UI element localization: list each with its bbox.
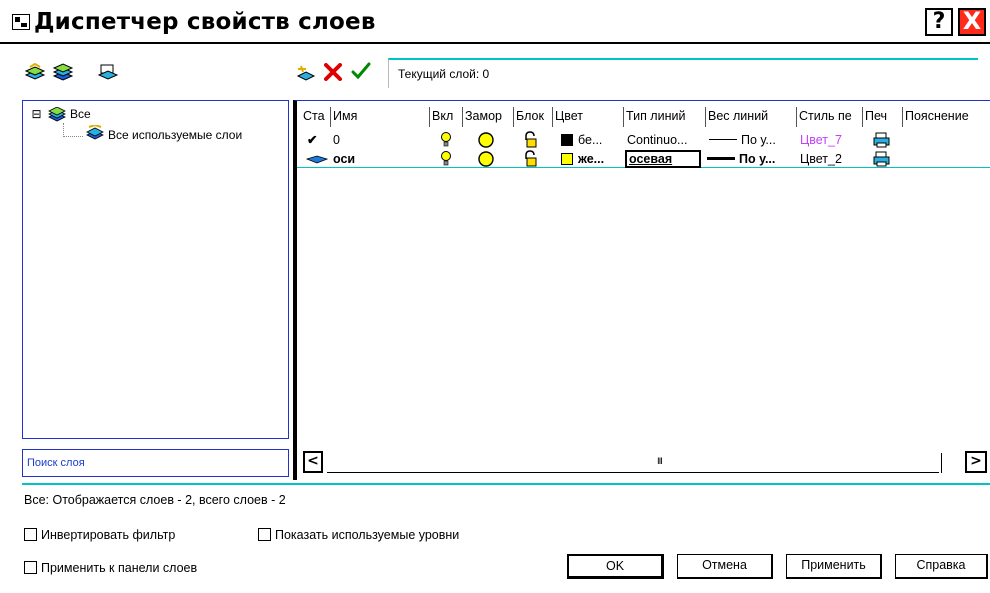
- layer-linetype[interactable]: Continuo...: [627, 131, 703, 149]
- table-row[interactable]: ✔ 0 бе... Continuo... По у... Цвет_7: [297, 131, 990, 149]
- printer-icon[interactable]: [873, 131, 891, 149]
- layer-plotstyle[interactable]: Цвет_2: [800, 150, 860, 168]
- color-swatch: [561, 153, 573, 165]
- checkbox-box[interactable]: [24, 561, 37, 574]
- layer-grid[interactable]: Ста Имя Вкл Замор Блок Цвет Тип линий Ве…: [293, 100, 990, 480]
- layer-name[interactable]: оси: [333, 150, 423, 168]
- table-row[interactable]: оси же... осевая По у... Цвет_2: [297, 150, 990, 168]
- tree-connector: [63, 123, 83, 137]
- unlock-icon[interactable]: [523, 131, 539, 149]
- cancel-button[interactable]: Отмена: [677, 554, 773, 579]
- color-swatch: [561, 134, 573, 146]
- layer-name[interactable]: 0: [333, 131, 423, 149]
- apply-to-toolbar-checkbox[interactable]: Применить к панели слоев: [24, 561, 197, 575]
- tree-expander[interactable]: ⊟: [31, 108, 42, 120]
- layer-color[interactable]: бе...: [561, 131, 621, 149]
- scroll-track[interactable]: III: [327, 453, 939, 473]
- status-current-icon[interactable]: ✔: [307, 131, 327, 149]
- color-name: бе...: [578, 133, 603, 147]
- lineweight-sample: [707, 157, 735, 160]
- checkbox-label: Инвертировать фильтр: [41, 528, 176, 542]
- used-layers-filter-icon: [86, 125, 104, 140]
- color-name: же...: [578, 152, 605, 166]
- help-button[interactable]: Справка: [895, 554, 988, 579]
- col-lock[interactable]: Блок: [514, 107, 553, 127]
- scroll-thumb[interactable]: III: [657, 457, 663, 467]
- window-title: Диспетчер свойств слоев: [34, 9, 376, 35]
- scroll-track-end: [941, 453, 943, 473]
- close-button[interactable]: X: [958, 8, 986, 36]
- lineweight-sample: [709, 139, 737, 140]
- bulb-on-icon[interactable]: [439, 150, 453, 168]
- checkbox-label: Применить к панели слоев: [41, 561, 198, 575]
- lineweight-value: По у...: [739, 152, 776, 166]
- sun-thawed-icon[interactable]: [477, 150, 495, 168]
- help-title-button[interactable]: ?: [925, 8, 953, 36]
- layer-plotstyle[interactable]: Цвет_7: [800, 131, 860, 149]
- scroll-left-button[interactable]: <: [303, 451, 323, 473]
- col-freeze[interactable]: Замор: [463, 107, 514, 127]
- lineweight-value: По у...: [741, 133, 776, 147]
- layer-status-icon[interactable]: [305, 150, 329, 168]
- status-text: Все: Отображается слоев - 2, всего слоев…: [24, 493, 286, 507]
- layer-states-icon[interactable]: [97, 63, 119, 81]
- status-divider: [22, 483, 990, 485]
- filter-tree[interactable]: ⊟ Все Все используемые слои: [22, 100, 289, 439]
- col-description[interactable]: Пояснение: [903, 107, 990, 127]
- layer-lineweight[interactable]: По у...: [709, 131, 795, 149]
- checkbox-box[interactable]: [24, 528, 37, 541]
- horizontal-scrollbar[interactable]: < III >: [297, 451, 990, 477]
- tree-item-all[interactable]: Все: [70, 107, 91, 121]
- invert-filter-checkbox[interactable]: Инвертировать фильтр: [24, 528, 175, 542]
- scroll-right-button[interactable]: >: [965, 451, 987, 473]
- printer-icon[interactable]: [873, 150, 891, 168]
- app-icon: [12, 14, 30, 30]
- new-group-filter-icon[interactable]: [52, 63, 74, 81]
- col-on[interactable]: Вкл: [429, 107, 463, 127]
- layer-linetype[interactable]: осевая: [625, 150, 705, 168]
- layers-icon: [48, 107, 66, 122]
- checkbox-label: Показать используемые уровни: [275, 528, 460, 542]
- new-layer-icon[interactable]: [295, 64, 317, 82]
- unlock-icon[interactable]: [523, 150, 539, 168]
- col-plotstyle[interactable]: Стиль пе: [796, 107, 863, 127]
- linetype-edit-field[interactable]: осевая: [625, 150, 701, 168]
- checkbox-box[interactable]: [258, 528, 271, 541]
- bulb-on-icon[interactable]: [439, 131, 453, 149]
- layer-lineweight[interactable]: По у...: [707, 150, 795, 168]
- col-lineweight[interactable]: Вес линий: [706, 107, 796, 127]
- layer-color[interactable]: же...: [561, 150, 621, 168]
- search-layer-input[interactable]: Поиск слоя: [22, 449, 289, 477]
- grid-header: Ста Имя Вкл Замор Блок Цвет Тип линий Ве…: [297, 107, 990, 127]
- ok-button[interactable]: OK: [567, 554, 664, 579]
- delete-layer-icon[interactable]: [322, 63, 344, 81]
- set-current-icon[interactable]: [350, 62, 372, 80]
- col-linetype[interactable]: Тип линий: [623, 107, 706, 127]
- sun-thawed-icon[interactable]: [477, 131, 495, 149]
- col-name[interactable]: Имя: [331, 107, 427, 127]
- col-status[interactable]: Ста: [301, 107, 331, 127]
- show-used-checkbox[interactable]: Показать используемые уровни: [258, 528, 459, 542]
- new-property-filter-icon[interactable]: [24, 63, 46, 81]
- title-bar: Диспетчер свойств слоев ? X: [0, 0, 990, 44]
- col-plot[interactable]: Печ: [863, 107, 903, 127]
- col-color[interactable]: Цвет: [553, 107, 623, 127]
- current-layer-label: Текущий слой: 0: [398, 67, 490, 81]
- tree-item-used-layers[interactable]: Все используемые слои: [108, 128, 242, 142]
- apply-button[interactable]: Применить: [786, 554, 882, 579]
